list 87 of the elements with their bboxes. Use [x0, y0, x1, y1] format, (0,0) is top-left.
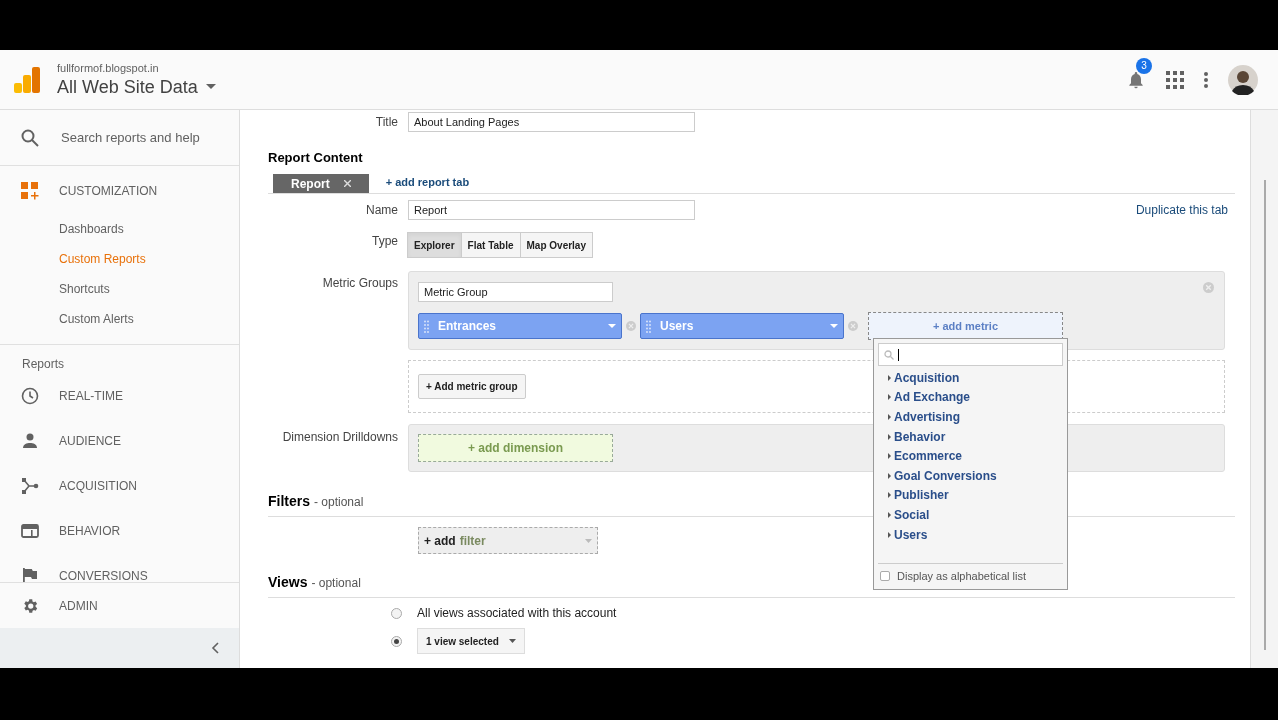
bell-icon[interactable]: [1126, 69, 1146, 90]
section-heading: CUSTOMIZATION: [59, 183, 158, 200]
add-filter-dropdown[interactable]: + add filter: [418, 527, 598, 554]
flag-icon: [21, 566, 39, 582]
person-icon: [21, 431, 39, 450]
duplicate-tab-link[interactable]: Duplicate this tab: [1135, 201, 1228, 219]
expand-arrow-icon: [888, 394, 891, 401]
account-name: fullformof.blogspot.in: [57, 60, 160, 75]
caret-icon: [585, 538, 592, 543]
expand-arrow-icon: [888, 472, 891, 479]
apps-grid-icon[interactable]: [1166, 70, 1184, 89]
view-dropdown[interactable]: 1 view selected: [417, 628, 525, 654]
optional-note: - optional: [314, 494, 364, 511]
scrollbar-thumb[interactable]: [1263, 180, 1266, 650]
expand-arrow-icon: [888, 531, 891, 538]
search-icon: [884, 349, 894, 360]
expand-arrow-icon: [888, 511, 891, 518]
category-item[interactable]: Ad Exchange: [888, 387, 1063, 408]
add-metric-button[interactable]: + add metric: [868, 312, 1063, 340]
avatar-icon[interactable]: [1228, 64, 1258, 95]
radio-button[interactable]: [391, 607, 402, 619]
sidebar-item[interactable]: REAL-TIME: [59, 386, 123, 405]
expand-arrow-icon: [888, 453, 891, 460]
sidebar-item[interactable]: ACQUISITION: [59, 476, 137, 495]
category-item[interactable]: Publisher: [888, 485, 1063, 506]
clock-icon: [21, 386, 39, 405]
category-item[interactable]: Users: [888, 524, 1063, 545]
optional-note: - optional: [311, 575, 361, 592]
window-icon: [21, 521, 39, 540]
category-item[interactable]: Social: [888, 505, 1063, 525]
field-label: Title: [374, 114, 399, 131]
field-label: Name: [365, 202, 399, 219]
category-item[interactable]: Goal Conversions: [888, 465, 1063, 486]
report-tab[interactable]: Report: [273, 174, 369, 193]
type-option[interactable]: Map Overlay: [519, 232, 593, 258]
expand-arrow-icon: [888, 433, 891, 440]
sidebar-item[interactable]: ADMIN: [59, 596, 98, 615]
add-report-tab-link[interactable]: + add report tab: [385, 173, 470, 190]
metric-group-name-field[interactable]: Metric Group: [418, 282, 613, 302]
field-label: Dimension Drilldowns: [281, 429, 399, 446]
title-field[interactable]: About Landing Pages: [408, 112, 695, 132]
sidebar-item[interactable]: Custom Alerts: [59, 304, 239, 334]
customization-icon: [21, 182, 39, 200]
category-item[interactable]: Ecommerce: [888, 446, 1063, 466]
sidebar-item[interactable]: CONVERSIONS: [59, 566, 148, 582]
more-options-icon[interactable]: [1204, 71, 1208, 88]
fork-icon: [21, 476, 39, 495]
category-item[interactable]: Advertising: [888, 407, 1063, 427]
category-item[interactable]: Behavior: [888, 426, 1063, 447]
name-field[interactable]: Report: [408, 200, 695, 220]
sidebar-item[interactable]: Dashboards: [59, 214, 239, 244]
caret-icon: [205, 84, 216, 89]
section-heading: Filters: [268, 492, 310, 511]
expand-arrow-icon: [888, 414, 891, 420]
field-label: Metric Groups: [321, 275, 399, 292]
checkbox-label: Display as alphabetical list: [897, 568, 1026, 584]
category-item[interactable]: Acquisition: [888, 368, 1063, 388]
gear-icon: [21, 596, 39, 615]
collapse-icon[interactable]: [211, 642, 219, 654]
remove-icon[interactable]: [1203, 282, 1214, 293]
remove-icon[interactable]: [626, 321, 636, 331]
remove-icon[interactable]: [848, 321, 858, 331]
drag-handle-icon[interactable]: [424, 319, 429, 333]
section-heading: Report Content: [268, 149, 364, 167]
sidebar-item[interactable]: Shortcuts: [59, 274, 239, 304]
section-heading: Reports: [22, 356, 66, 373]
search-field[interactable]: Search reports and help: [61, 127, 231, 148]
close-icon[interactable]: [343, 180, 351, 187]
field-label: Type: [371, 233, 399, 250]
radio-button[interactable]: [391, 635, 402, 647]
type-option[interactable]: Explorer: [407, 232, 462, 258]
caret-icon[interactable]: [508, 639, 516, 643]
sidebar-item[interactable]: AUDIENCE: [59, 431, 121, 450]
expand-arrow-icon: [888, 374, 891, 381]
notification-count-badge: 3: [1136, 57, 1152, 74]
analytics-logo-icon: [14, 66, 40, 93]
drag-handle-icon[interactable]: [646, 319, 651, 333]
property-selector[interactable]: All Web Site Data: [57, 74, 216, 99]
section-heading: Views: [268, 573, 308, 592]
type-option[interactable]: Flat Table: [460, 232, 521, 258]
radio-label: All views associated with this account: [417, 605, 617, 622]
sidebar-item[interactable]: BEHAVIOR: [59, 521, 121, 540]
checkbox[interactable]: [880, 571, 890, 581]
search-icon: [21, 128, 39, 147]
metric-search-field[interactable]: [878, 343, 1063, 366]
add-metric-group-button[interactable]: + Add metric group: [418, 374, 526, 399]
expand-arrow-icon: [888, 492, 891, 499]
